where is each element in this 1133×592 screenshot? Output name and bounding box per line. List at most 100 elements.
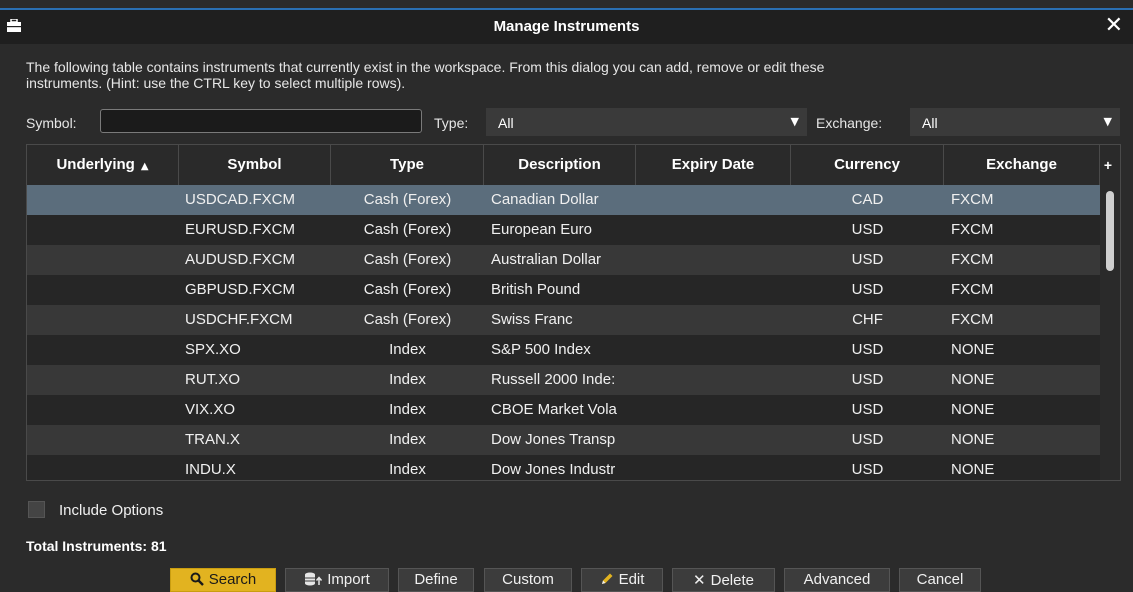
- column-header-type[interactable]: Type: [331, 145, 484, 185]
- cell-expiry: [636, 215, 791, 245]
- cell-symbol: INDU.X: [185, 461, 236, 478]
- cell-symbol: AUDUSD.FXCM: [185, 251, 296, 268]
- cell-type: Index: [389, 371, 426, 388]
- cell-currency: USD: [851, 281, 884, 298]
- exchange-select[interactable]: All ▼: [910, 108, 1120, 136]
- cell-currency: USD: [851, 431, 884, 448]
- cell-description: European Euro: [491, 221, 592, 238]
- cell-underlying: [27, 305, 179, 335]
- cell-underlying: [27, 215, 179, 245]
- cell-expiry: [636, 305, 791, 335]
- cell-currency: USD: [851, 371, 884, 388]
- close-icon[interactable]: ✕: [1105, 13, 1123, 38]
- cell-type: Cash (Forex): [363, 221, 452, 238]
- cell-symbol: TRAN.X: [185, 431, 241, 448]
- cell-exchange: NONE: [951, 431, 995, 448]
- cell-currency: USD: [851, 221, 884, 238]
- edit-button[interactable]: Edit: [581, 568, 663, 592]
- cell-currency: USD: [851, 461, 884, 478]
- search-button[interactable]: Search: [170, 568, 276, 592]
- cell-expiry: [636, 335, 791, 365]
- cell-currency: USD: [851, 401, 884, 418]
- table-row[interactable]: AUDUSD.FXCM Cash (Forex) Australian Dollar…: [27, 245, 1100, 275]
- cell-exchange: NONE: [951, 371, 995, 388]
- cancel-button[interactable]: Cancel: [899, 568, 981, 592]
- table-row[interactable]: TRAN.X Index Dow Jones Transp USD NONE: [27, 425, 1100, 455]
- import-button[interactable]: Import: [285, 568, 389, 592]
- cell-underlying: [27, 365, 179, 395]
- table-row[interactable]: GBPUSD.FXCM Cash (Forex) British Pound USD F…: [27, 275, 1100, 305]
- cell-expiry: [636, 395, 791, 425]
- dialog-title: Manage Instruments: [493, 18, 640, 35]
- cell-type: Cash (Forex): [363, 191, 452, 208]
- include-options-checkbox[interactable]: [28, 501, 45, 518]
- type-select[interactable]: All ▼: [486, 108, 807, 136]
- cell-description: S&P 500 Index: [491, 341, 591, 358]
- custom-button[interactable]: Custom: [484, 568, 572, 592]
- cell-type: Cash (Forex): [363, 251, 452, 268]
- table-row[interactable]: SPX.XO Index S&P 500 Index USD NONE: [27, 335, 1100, 365]
- scrollbar-thumb[interactable]: [1106, 191, 1114, 271]
- table-row[interactable]: RUT.XO Index Russell 2000 Inde: USD NONE: [27, 365, 1100, 395]
- pencil-icon: [601, 573, 613, 584]
- intro-line-2: instruments. (Hint: use the CTRL key to …: [26, 75, 406, 91]
- cell-exchange: FXCM: [951, 191, 994, 208]
- x-icon: ✕: [693, 571, 706, 589]
- chevron-down-icon: ▼: [790, 115, 799, 128]
- define-button[interactable]: Define: [398, 568, 474, 592]
- delete-button[interactable]: ✕ Delete: [672, 568, 775, 592]
- include-options-label[interactable]: Include Options: [59, 502, 163, 519]
- cell-symbol: GBPUSD.FXCM: [185, 281, 296, 298]
- cell-description: Canadian Dollar: [491, 191, 599, 208]
- table-row[interactable]: EURUSD.FXCM Cash (Forex) European Euro USD F…: [27, 215, 1100, 245]
- cell-description: Dow Jones Transp: [491, 431, 616, 448]
- cell-underlying: [27, 185, 179, 215]
- table-body: USDCAD.FXCM Cash (Forex) Canadian Dollar CA…: [27, 185, 1100, 480]
- cell-exchange: FXCM: [951, 221, 994, 238]
- title-bar[interactable]: Manage Instruments ✕: [0, 8, 1133, 44]
- symbol-input[interactable]: [100, 109, 422, 133]
- total-instruments-label: Total Instruments: 81: [26, 538, 167, 554]
- cell-type: Index: [389, 401, 426, 418]
- cell-description: Russell 2000 Inde:: [491, 371, 616, 388]
- cell-exchange: FXCM: [951, 311, 994, 328]
- exchange-label: Exchange:: [816, 115, 883, 131]
- cell-currency: USD: [851, 341, 884, 358]
- cell-expiry: [636, 365, 791, 395]
- cell-symbol: SPX.XO: [185, 341, 241, 358]
- cell-expiry: [636, 185, 791, 215]
- cell-currency: CAD: [851, 191, 884, 208]
- cell-underlying: [27, 425, 179, 455]
- table-header: Underlying ▲ Symbol Type Description Expi…: [27, 145, 1120, 185]
- column-header-expiry-date[interactable]: Expiry Date: [636, 145, 791, 185]
- column-header-description[interactable]: Description: [484, 145, 636, 185]
- cell-exchange: NONE: [951, 401, 995, 418]
- advanced-button[interactable]: Advanced: [784, 568, 890, 592]
- column-header-exchange[interactable]: Exchange: [944, 145, 1100, 185]
- vertical-scrollbar[interactable]: [1100, 185, 1120, 480]
- intro-text: The following table contains instruments…: [26, 59, 1116, 91]
- exchange-select-value: All: [922, 115, 938, 131]
- cell-description: Dow Jones Industr: [491, 461, 616, 478]
- column-header-currency[interactable]: Currency: [791, 145, 944, 185]
- type-select-value: All: [498, 115, 514, 131]
- cell-type: Cash (Forex): [363, 281, 452, 298]
- cell-description: Swiss Franc: [491, 311, 573, 328]
- cell-currency: CHF: [852, 311, 883, 328]
- cell-symbol: RUT.XO: [185, 371, 241, 388]
- cell-expiry: [636, 455, 791, 480]
- cell-underlying: [27, 335, 179, 365]
- column-header-underlying[interactable]: Underlying ▲: [27, 145, 179, 185]
- table-row[interactable]: USDCHF.FXCM Cash (Forex) Swiss Franc CHF FXC…: [27, 305, 1100, 335]
- table-row[interactable]: VIX.XO Index CBOE Market Vola USD NONE: [27, 395, 1100, 425]
- table-row[interactable]: USDCAD.FXCM Cash (Forex) Canadian Dollar CA…: [27, 185, 1100, 215]
- sort-ascending-icon: ▲: [140, 161, 149, 172]
- cell-underlying: [27, 455, 179, 480]
- type-label: Type:: [434, 115, 469, 131]
- table-row[interactable]: INDU.X Index Dow Jones Industr USD NONE: [27, 455, 1100, 480]
- column-header-symbol[interactable]: Symbol: [179, 145, 331, 185]
- cell-symbol: EURUSD.FXCM: [185, 221, 296, 238]
- cell-currency: USD: [851, 251, 884, 268]
- add-column-icon[interactable]: +: [1100, 145, 1116, 185]
- cell-exchange: NONE: [951, 341, 995, 358]
